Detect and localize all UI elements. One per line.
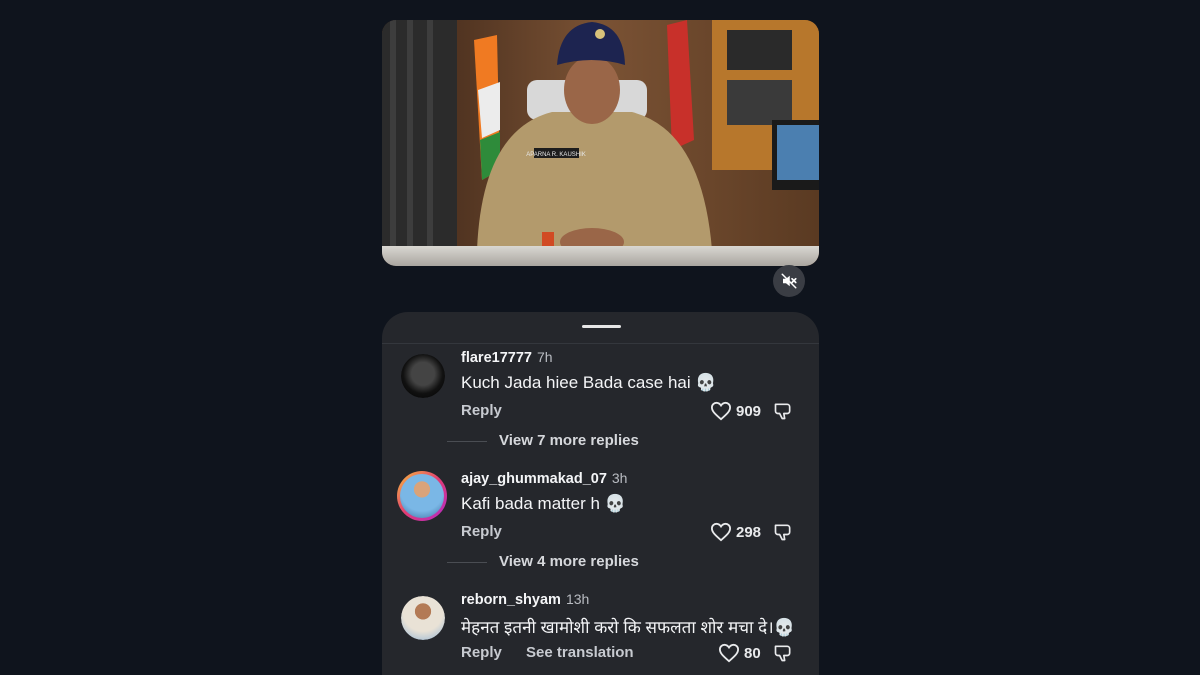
sheet-divider	[382, 343, 819, 344]
view-more-replies-label[interactable]: View 7 more replies	[499, 432, 639, 449]
comment-text: मेहनत इतनी खामोशी करो कि सफलता शोर मचा द…	[461, 618, 795, 637]
video-player[interactable]: APARNA R. KAUSHIK	[382, 20, 819, 266]
comment-username[interactable]: ajay_ghummakad_07	[461, 471, 607, 487]
reply-button[interactable]: Reply	[461, 402, 502, 419]
see-translation-button[interactable]: See translation	[526, 644, 634, 661]
comment-time: 13h	[565, 591, 590, 607]
comment-meta: reborn_shyam 13h	[461, 591, 589, 609]
replies-line	[447, 441, 487, 442]
like-button[interactable]: 80	[718, 643, 761, 663]
heart-icon	[710, 401, 732, 421]
thumbs-down-icon	[774, 645, 791, 662]
reply-button[interactable]: Reply	[461, 644, 502, 661]
comment-text: Kuch Jada hiee Bada case hai 💀	[461, 373, 717, 392]
name-tag-text: APARNA R. KAUSHIK	[526, 152, 586, 158]
heart-icon	[718, 643, 740, 663]
dislike-button[interactable]	[773, 522, 793, 547]
view-more-replies[interactable]: View 7 more replies	[382, 431, 819, 451]
mute-toggle-button[interactable]	[773, 265, 805, 297]
reply-button[interactable]: Reply	[461, 523, 502, 540]
comment-item: reborn_shyam 13h मेहनत इतनी खामोशी करो कि…	[382, 589, 819, 663]
comments-sheet[interactable]: flare17777 7h Kuch Jada hiee Bada case ha…	[382, 312, 819, 675]
dislike-button[interactable]	[773, 401, 793, 426]
replies-line	[447, 562, 487, 563]
thumbs-down-icon	[774, 524, 791, 541]
video-frame-image: APARNA R. KAUSHIK	[382, 20, 819, 266]
comment-text: Kafi bada matter h 💀	[461, 494, 626, 513]
comment-item: flare17777 7h Kuch Jada hiee Bada case ha…	[382, 347, 819, 421]
comment-meta: flare17777 7h	[461, 349, 553, 367]
comment-actions: Reply	[461, 402, 522, 419]
like-button[interactable]: 909	[710, 401, 761, 421]
sheet-grab-handle[interactable]	[582, 325, 621, 328]
comment-meta: ajay_ghummakad_07 3h	[461, 470, 627, 488]
comment-actions: Reply	[461, 523, 522, 540]
speaker-muted-icon	[781, 273, 797, 289]
comment-item: ajay_ghummakad_07 3h Kafi bada matter h 💀…	[382, 468, 819, 542]
app-root: APARNA R. KAUSHIK flare17777 7h Kuch Jada	[0, 0, 1200, 675]
dislike-button[interactable]	[773, 643, 793, 668]
view-more-replies-label[interactable]: View 4 more replies	[499, 553, 639, 570]
avatar[interactable]	[397, 471, 447, 521]
like-count: 909	[736, 402, 762, 420]
comment-time: 3h	[611, 470, 628, 486]
like-count: 80	[744, 644, 761, 662]
comment-time: 7h	[536, 349, 553, 365]
like-count: 298	[736, 523, 762, 541]
heart-icon	[710, 522, 732, 542]
comment-username[interactable]: flare17777	[461, 350, 532, 366]
comment-username[interactable]: reborn_shyam	[461, 592, 561, 608]
comment-actions: Reply See translation	[461, 644, 654, 661]
thumbs-down-icon	[774, 403, 791, 420]
avatar[interactable]	[401, 354, 445, 398]
view-more-replies[interactable]: View 4 more replies	[382, 552, 819, 572]
like-button[interactable]: 298	[710, 522, 761, 542]
avatar[interactable]	[401, 596, 445, 640]
